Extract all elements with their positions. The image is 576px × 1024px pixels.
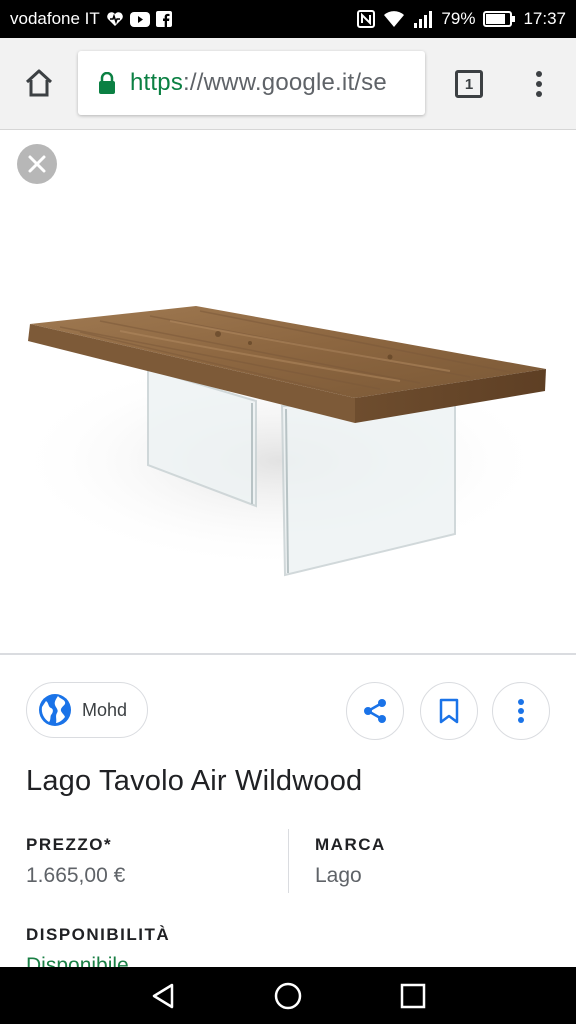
- recents-icon: [401, 983, 426, 1008]
- image-viewer: [0, 131, 576, 655]
- wifi-icon: [383, 10, 405, 28]
- price-label: PREZZO*: [26, 835, 113, 854]
- signal-icon: [413, 10, 433, 28]
- url-scheme: https: [130, 69, 184, 96]
- nfc-icon: [357, 10, 376, 28]
- back-button[interactable]: [143, 976, 183, 1016]
- tab-count: 1: [464, 75, 474, 93]
- tab-switcher-button[interactable]: 1: [452, 68, 486, 100]
- save-button[interactable]: [420, 682, 478, 740]
- brand-label: MARCA: [315, 835, 386, 854]
- battery-icon: [483, 11, 516, 27]
- home-circle-icon: [274, 982, 302, 1009]
- source-chip[interactable]: Mohd: [26, 682, 148, 738]
- more-vert-icon: [536, 71, 542, 97]
- facebook-icon: [155, 11, 172, 27]
- product-image[interactable]: [0, 131, 576, 655]
- browser-toolbar: https://www.google.it/se 1: [0, 38, 576, 130]
- image-info-panel: Mohd Lago Tavolo Air Wildwood PREZZO* 1.…: [0, 657, 576, 977]
- source-name: Mohd: [82, 699, 128, 720]
- url-text: https://www.google.it/se: [130, 69, 387, 97]
- attribute-divider: [288, 829, 289, 893]
- lock-icon: [98, 72, 116, 94]
- more-vert-icon: [518, 699, 524, 723]
- url-bar[interactable]: https://www.google.it/se: [78, 51, 425, 115]
- price-attribute: PREZZO* 1.665,00 €: [26, 835, 125, 888]
- back-icon: [152, 983, 173, 1008]
- battery-percent: 79%: [441, 9, 476, 28]
- globe-icon: [38, 693, 72, 727]
- price-value: 1.665,00 €: [26, 864, 126, 887]
- brand-attribute: MARCA Lago: [315, 835, 386, 888]
- recents-button[interactable]: [393, 976, 433, 1016]
- product-title[interactable]: Lago Tavolo Air Wildwood: [26, 765, 362, 798]
- share-button[interactable]: [346, 682, 404, 740]
- carrier-name: vodafone IT: [10, 9, 100, 28]
- heart-icon: [106, 11, 124, 27]
- more-options-button[interactable]: [492, 682, 550, 740]
- clock: 17:37: [523, 9, 566, 28]
- home-nav-button[interactable]: [268, 976, 308, 1016]
- url-path: ://www.google.it/se: [183, 69, 387, 96]
- tab-switcher-icon: 1: [455, 70, 483, 98]
- share-icon: [364, 699, 386, 723]
- browser-menu-button[interactable]: [524, 66, 554, 102]
- youtube-icon: [129, 11, 150, 27]
- home-button[interactable]: [18, 62, 60, 104]
- availability-label: DISPONIBILITÀ: [26, 925, 171, 944]
- status-bar: vodafone IT 79% 17:37: [0, 0, 576, 38]
- brand-value: Lago: [315, 864, 362, 887]
- bookmark-icon: [439, 698, 459, 724]
- home-icon: [25, 69, 53, 97]
- system-nav-bar: [0, 967, 576, 1024]
